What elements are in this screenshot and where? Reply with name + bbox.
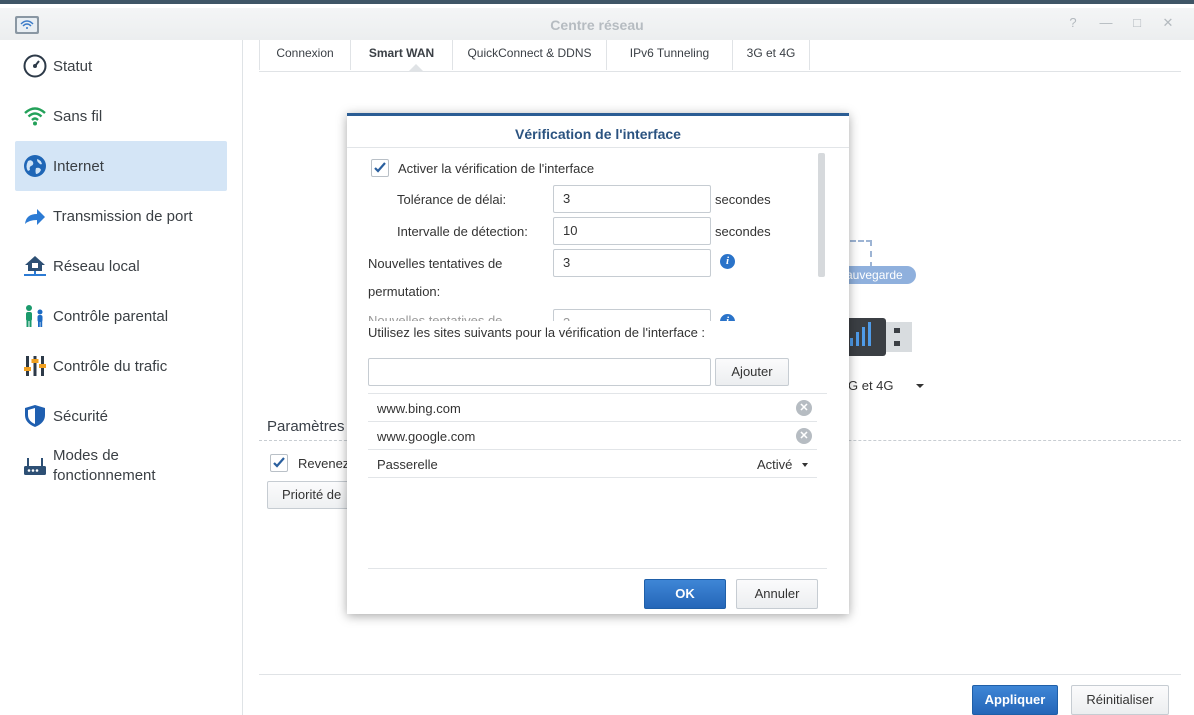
settings-scroll-area[interactable]: Activer la vérification de l'interface T… <box>347 149 829 321</box>
sidebar-item-reseau-local[interactable]: Réseau local <box>15 241 227 291</box>
site-name: www.google.com <box>377 429 476 444</box>
usb-device-label: G et 4G <box>848 378 894 393</box>
sidebar-item-label: Transmission de port <box>53 208 193 225</box>
ok-button[interactable]: OK <box>644 579 726 609</box>
list-item[interactable]: www.google.com ✕ <box>368 422 817 450</box>
gateway-label: Passerelle <box>377 457 438 472</box>
sidebar-item-label: Sans fil <box>53 108 103 125</box>
sidebar-item-label: Contrôle du trafic <box>53 358 168 375</box>
chevron-down-icon[interactable] <box>916 384 924 388</box>
globe-icon <box>24 155 46 177</box>
dialog-footer-divider <box>368 568 827 569</box>
home-network-icon <box>24 256 46 276</box>
remove-icon[interactable]: ✕ <box>796 400 812 416</box>
dialog-scrollbar[interactable] <box>818 153 825 277</box>
sidebar-item-label: Statut <box>53 58 93 75</box>
sidebar: Statut Sans fil Internet Transmission de… <box>0 40 243 715</box>
tab-quickconnect-ddns[interactable]: QuickConnect & DDNS <box>453 40 607 70</box>
forward-arrow-icon <box>25 209 45 225</box>
retry-label-line1: Nouvelles tentatives de <box>368 256 503 271</box>
connection-line <box>850 240 872 268</box>
info-icon[interactable]: i <box>720 314 735 321</box>
revert-checkbox[interactable] <box>270 454 288 472</box>
retry-label-line2: permutation: <box>368 284 441 299</box>
delay-tolerance-label: Tolérance de délai: <box>397 192 507 207</box>
list-item[interactable]: www.bing.com ✕ <box>368 394 817 422</box>
site-url-input[interactable] <box>368 358 711 386</box>
section-title: Paramètres <box>267 418 345 435</box>
wifi-icon <box>24 107 46 126</box>
router-icon <box>24 458 46 475</box>
sidebar-item-sans-fil[interactable]: Sans fil <box>15 91 227 141</box>
sidebar-item-label: Réseau local <box>53 258 140 275</box>
cut-off-input[interactable]: 3 <box>553 309 711 321</box>
sites-instruction-label: Utilisez les sites suivants pour la véri… <box>368 325 706 340</box>
active-tab-indicator <box>409 64 423 71</box>
info-icon[interactable]: i <box>720 254 735 269</box>
revert-checkbox-label: Revenez <box>298 456 350 471</box>
interface-check-dialog: Vérification de l'interface Activer la v… <box>347 113 849 614</box>
dialog-title-divider <box>347 147 849 148</box>
delay-tolerance-input[interactable]: 3 <box>553 185 711 213</box>
sidebar-item-modes-fonctionnement[interactable]: Modes de fonctionnement <box>15 441 227 491</box>
detection-interval-input[interactable]: 10 <box>553 217 711 245</box>
sidebar-item-controle-parental[interactable]: Contrôle parental <box>15 291 227 341</box>
tab-3g-4g[interactable]: 3G et 4G <box>733 40 810 70</box>
checkmark-icon <box>273 457 285 468</box>
sidebar-item-label: Internet <box>53 158 104 175</box>
enable-check-checkbox[interactable] <box>371 159 389 177</box>
retry-input[interactable]: 3 <box>553 249 711 277</box>
chevron-down-icon[interactable] <box>802 463 808 467</box>
cut-off-label: Nouvelles tentatives de <box>368 313 503 321</box>
tab-smart-wan[interactable]: Smart WAN <box>351 40 453 70</box>
family-icon <box>26 305 43 327</box>
footer-divider <box>259 674 1181 675</box>
help-button[interactable]: ? <box>1066 16 1080 30</box>
delay-unit-label: secondes <box>715 192 771 207</box>
enable-check-label: Activer la vérification de l'interface <box>398 161 595 176</box>
close-button[interactable]: ✕ <box>1161 16 1175 30</box>
tab-connexion[interactable]: Connexion <box>259 40 351 70</box>
site-name: www.bing.com <box>377 401 461 416</box>
cancel-button[interactable]: Annuler <box>736 579 818 609</box>
usb-modem-icon <box>844 318 912 356</box>
maximize-button[interactable]: □ <box>1130 16 1144 30</box>
reset-button[interactable]: Réinitialiser <box>1071 685 1169 715</box>
tab-bar: Connexion Smart WAN QuickConnect & DDNS … <box>259 40 1181 72</box>
sliders-icon <box>24 356 46 376</box>
sidebar-item-label-line1: Modes de <box>53 447 119 464</box>
sidebar-item-label: Contrôle parental <box>53 308 169 325</box>
dialog-title: Vérification de l'interface <box>515 126 681 142</box>
sidebar-item-label-line2: fonctionnement <box>53 467 156 484</box>
title-bar[interactable]: Centre réseau ? — □ ✕ <box>0 8 1194 40</box>
sidebar-item-controle-trafic[interactable]: Contrôle du trafic <box>15 341 227 391</box>
sidebar-item-statut[interactable]: Statut <box>15 41 227 91</box>
gauge-icon <box>23 54 47 78</box>
gateway-row[interactable]: Passerelle Activé <box>368 450 817 478</box>
window-title: Centre réseau <box>550 17 644 33</box>
remove-icon[interactable]: ✕ <box>796 428 812 444</box>
detection-interval-label: Intervalle de détection: <box>397 224 528 239</box>
network-center-window: Centre réseau ? — □ ✕ Statut Sans fil In… <box>0 0 1194 715</box>
sidebar-item-transmission-port[interactable]: Transmission de port <box>15 191 227 241</box>
minimize-button[interactable]: — <box>1099 16 1113 30</box>
apply-button[interactable]: Appliquer <box>972 685 1058 715</box>
sidebar-item-internet[interactable]: Internet <box>15 141 227 191</box>
add-site-button[interactable]: Ajouter <box>715 358 789 386</box>
sidebar-item-securite[interactable]: Sécurité <box>15 391 227 441</box>
tab-ipv6-tunneling[interactable]: IPv6 Tunneling <box>607 40 733 70</box>
checkmark-icon <box>374 162 386 173</box>
gateway-status[interactable]: Activé <box>757 457 792 472</box>
sidebar-item-label: Sécurité <box>53 408 109 425</box>
interval-unit-label: secondes <box>715 224 771 239</box>
shield-icon <box>25 405 45 427</box>
